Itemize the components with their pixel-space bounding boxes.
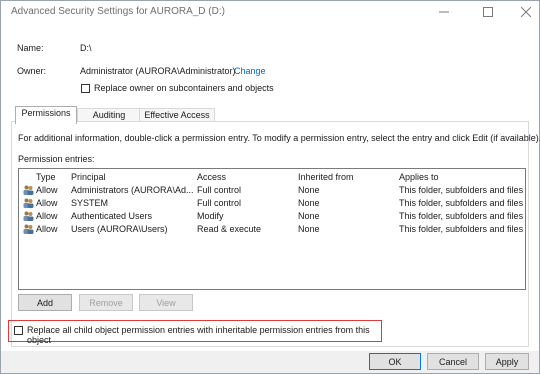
dialog-body: Name: D:\ Owner: Administrator (AURORA\A… [1, 23, 540, 373]
entry-principal: Users (AURORA\Users) [71, 224, 168, 234]
entry-inherited-from: None [298, 185, 320, 195]
entry-type: Allow [36, 224, 58, 234]
maximize-icon [483, 7, 493, 17]
user-group-icon [23, 198, 34, 208]
entry-type: Allow [36, 198, 58, 208]
column-header-applies-to[interactable]: Applies to [399, 172, 439, 182]
title-bar[interactable]: Advanced Security Settings for AURORA_D … [1, 1, 539, 23]
entry-applies-to: This folder, subfolders and files [399, 211, 524, 221]
entry-principal: SYSTEM [71, 198, 109, 208]
entry-applies-to: This folder, subfolders and files [399, 224, 524, 234]
entry-principal: Administrators (AURORA\Ad... [71, 185, 194, 195]
entry-applies-to: This folder, subfolders and files [399, 185, 524, 195]
user-group-icon [23, 224, 34, 234]
entry-access: Modify [197, 211, 224, 221]
permission-entry-row[interactable]: Allow Administrators (AURORA\Ad... Full … [20, 184, 523, 197]
add-button[interactable]: Add [18, 294, 72, 311]
column-header-access[interactable]: Access [197, 172, 226, 182]
entry-access: Read & execute [197, 224, 262, 234]
permissions-info-text: For additional information, double-click… [18, 133, 540, 143]
close-icon [521, 7, 531, 17]
remove-button[interactable]: Remove [79, 294, 133, 311]
permissions-panel: For additional information, double-click… [11, 121, 540, 347]
ok-button[interactable]: OK [369, 353, 421, 370]
entry-inherited-from: None [298, 211, 320, 221]
minimize-button[interactable] [425, 1, 463, 23]
window-title: Advanced Security Settings for AURORA_D … [11, 6, 225, 17]
column-header-inherited-from[interactable]: Inherited from [298, 172, 354, 182]
replace-child-highlight: Replace all child object permission entr… [8, 320, 382, 345]
apply-button[interactable]: Apply [485, 353, 529, 370]
tab-permissions[interactable]: Permissions [15, 106, 77, 124]
owner-value: Administrator (AURORA\Administrator) [80, 66, 236, 76]
permission-entry-row[interactable]: Allow SYSTEM Full control None This fold… [20, 197, 523, 210]
replace-child-checkbox[interactable] [14, 326, 23, 335]
maximize-button[interactable] [469, 1, 507, 23]
permission-entries-label: Permission entries: [18, 154, 95, 164]
name-label: Name: [17, 43, 44, 53]
name-value: D:\ [80, 43, 92, 53]
replace-owner-checkbox[interactable] [81, 84, 90, 93]
advanced-security-window: Advanced Security Settings for AURORA_D … [0, 0, 540, 374]
close-button[interactable] [507, 1, 540, 23]
column-header-type[interactable]: Type [36, 172, 56, 182]
entry-type: Allow [36, 211, 58, 221]
entry-applies-to: This folder, subfolders and files [399, 198, 524, 208]
replace-child-label: Replace all child object permission entr… [27, 325, 370, 345]
permission-entry-row[interactable]: Allow Users (AURORA\Users) Read & execut… [20, 223, 523, 236]
cancel-button[interactable]: Cancel [427, 353, 479, 370]
replace-owner-label: Replace owner on subcontainers and objec… [94, 83, 274, 93]
permission-entry-row[interactable]: Allow Authenticated Users Modify None Th… [20, 210, 523, 223]
dialog-footer: OK Cancel Apply [1, 351, 539, 373]
entry-type: Allow [36, 185, 58, 195]
entry-access: Full control [197, 198, 242, 208]
permission-entries-list[interactable]: Type Principal Access Inherited from App… [18, 168, 526, 290]
user-group-icon [23, 185, 34, 195]
minimize-icon [439, 11, 449, 13]
column-header-principal[interactable]: Principal [71, 172, 106, 182]
owner-label: Owner: [17, 66, 47, 76]
change-owner-link[interactable]: Change [234, 66, 266, 76]
entry-principal: Authenticated Users [71, 211, 153, 221]
view-button[interactable]: View [139, 294, 193, 311]
entry-access: Full control [197, 185, 242, 195]
entry-inherited-from: None [298, 224, 320, 234]
user-group-icon [23, 211, 34, 221]
entry-inherited-from: None [298, 198, 320, 208]
